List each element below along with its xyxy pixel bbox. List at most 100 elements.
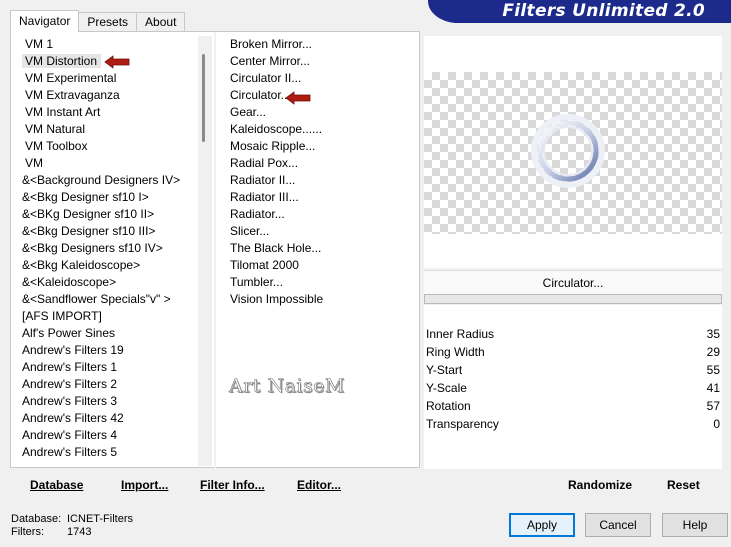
- filter-item[interactable]: Radiator III...: [230, 189, 410, 206]
- parameter-label: Transparency: [426, 417, 499, 431]
- filter-item[interactable]: Center Mirror...: [230, 53, 410, 70]
- category-list[interactable]: VM 1 VM Distortion VM Experimental VM Extra…: [12, 36, 198, 466]
- parameter-row[interactable]: Ring Width 29: [424, 343, 722, 361]
- filter-item[interactable]: Radiator...: [230, 206, 410, 223]
- category-label: &<Bkg Kaleidoscope>: [22, 258, 141, 272]
- cancel-button[interactable]: Cancel: [585, 513, 651, 537]
- tab-about[interactable]: About: [136, 12, 186, 32]
- app-title: Filters Unlimited 2.0: [502, 1, 705, 21]
- filter-item[interactable]: Broken Mirror...: [230, 36, 410, 53]
- editor-label: Editor...: [297, 478, 342, 492]
- category-item[interactable]: Andrew's Filters 3: [12, 393, 198, 410]
- filter-item[interactable]: Tumbler...: [230, 274, 410, 291]
- database-label: Database: [30, 478, 84, 492]
- filter-item[interactable]: Gear...: [230, 104, 410, 121]
- category-label: Andrew's Filters 2: [22, 377, 117, 391]
- filter-item[interactable]: Tilomat 2000: [230, 257, 410, 274]
- category-label: &<Bkg Designer sf10 I>: [22, 190, 149, 204]
- progress-bar: [424, 294, 722, 304]
- category-item[interactable]: VM Experimental: [12, 70, 198, 87]
- category-label: Andrew's Filters 4: [22, 428, 117, 442]
- randomize-button[interactable]: Randomize: [568, 477, 632, 493]
- parameter-list: Inner Radius 35 Ring Width 29 Y-Start 55 Y-Sca…: [424, 325, 722, 433]
- parameter-value[interactable]: 41: [707, 379, 720, 397]
- parameter-row[interactable]: Transparency 0: [424, 415, 722, 433]
- category-item[interactable]: Andrew's Filters 2: [12, 376, 198, 393]
- category-scrollbar[interactable]: [198, 36, 212, 466]
- filter-item[interactable]: Radiator II...: [230, 172, 410, 189]
- category-item[interactable]: &<Sandflower Specials"v" >: [12, 291, 198, 308]
- import-button[interactable]: Import...: [121, 477, 168, 493]
- parameter-value[interactable]: 55: [707, 361, 720, 379]
- category-item[interactable]: &<Background Designers IV>: [12, 172, 198, 189]
- category-item[interactable]: Andrew's Filters 5: [12, 444, 198, 461]
- reset-button[interactable]: Reset: [667, 477, 700, 493]
- parameter-row[interactable]: Inner Radius 35: [424, 325, 722, 343]
- parameter-label: Y-Scale: [426, 381, 467, 395]
- apply-button[interactable]: Apply: [509, 513, 575, 537]
- category-label: VM Toolbox: [25, 139, 88, 153]
- parameter-row[interactable]: Y-Start 55: [424, 361, 722, 379]
- category-label: &<BKg Designer sf10 II>: [22, 207, 155, 221]
- category-label: VM Instant Art: [25, 105, 101, 119]
- parameter-row[interactable]: Y-Scale 41: [424, 379, 722, 397]
- filter-list[interactable]: Broken Mirror... Center Mirror... Circulat…: [230, 36, 410, 466]
- category-item[interactable]: VM Instant Art: [12, 104, 198, 121]
- filter-item[interactable]: Mosaic Ripple...: [230, 138, 410, 155]
- filter-item[interactable]: The Black Hole...: [230, 240, 410, 257]
- category-item[interactable]: &<BKg Designer sf10 II>: [12, 206, 198, 223]
- filter-info-button[interactable]: Filter Info...: [200, 477, 265, 493]
- parameter-value[interactable]: 35: [707, 325, 720, 343]
- category-item[interactable]: Andrew's Filters 4: [12, 427, 198, 444]
- category-item[interactable]: Alf's Power Sines: [12, 325, 198, 342]
- filter-item[interactable]: Circulator II...: [230, 70, 410, 87]
- preview-canvas[interactable]: [424, 72, 722, 234]
- filter-info-label: Filter Info...: [200, 478, 265, 492]
- parameter-value[interactable]: 57: [707, 397, 720, 415]
- category-item[interactable]: Andrew's Filters 1: [12, 359, 198, 376]
- category-item[interactable]: &<Bkg Designers sf10 IV>: [12, 240, 198, 257]
- category-item[interactable]: &<Bkg Designer sf10 III>: [12, 223, 198, 240]
- editor-button[interactable]: Editor...: [297, 477, 341, 493]
- circulator-ring-preview: [531, 114, 605, 188]
- tab-navigator[interactable]: Navigator: [10, 10, 80, 32]
- database-button[interactable]: Database: [30, 477, 83, 493]
- category-label: VM Natural: [25, 122, 86, 136]
- category-item[interactable]: VM Natural: [12, 121, 198, 138]
- category-item[interactable]: VM 1: [12, 36, 198, 53]
- category-item[interactable]: [AFS IMPORT]: [12, 308, 198, 325]
- tab-presets[interactable]: Presets: [78, 12, 138, 32]
- category-label: Andrew's Filters 3: [22, 394, 117, 408]
- filters-status-label: Filters:: [11, 526, 44, 538]
- category-label: &<Bkg Designers sf10 IV>: [22, 241, 163, 255]
- database-status-value: ICNET-Filters: [67, 513, 133, 525]
- category-item[interactable]: VM: [12, 155, 198, 172]
- status-area: Database: ICNET-Filters Filters: 1743: [11, 513, 133, 539]
- preview-margin: [424, 234, 722, 268]
- filter-item[interactable]: Circulator...: [230, 87, 410, 104]
- parameter-value[interactable]: 29: [707, 343, 720, 361]
- category-label: [AFS IMPORT]: [22, 309, 102, 323]
- category-item[interactable]: VM Extravaganza: [12, 87, 198, 104]
- filters-status-value: 1743: [67, 526, 92, 538]
- parameter-value[interactable]: 0: [713, 415, 720, 433]
- category-label: Andrew's Filters 19: [22, 343, 124, 357]
- category-item[interactable]: Andrew's Filters 19: [12, 342, 198, 359]
- import-label: Import...: [121, 478, 169, 492]
- filter-item[interactable]: Kaleidoscope......: [230, 121, 410, 138]
- category-label: VM: [25, 156, 43, 170]
- database-status-label: Database:: [11, 513, 62, 525]
- filter-item[interactable]: Vision Impossible: [230, 291, 410, 308]
- parameter-row[interactable]: Rotation 57: [424, 397, 722, 415]
- category-item[interactable]: Andrew's Filters 42: [12, 410, 198, 427]
- filter-item[interactable]: Radial Pox...: [230, 155, 410, 172]
- scrollbar-thumb[interactable]: [202, 54, 205, 142]
- help-button[interactable]: Help: [662, 513, 728, 537]
- category-item[interactable]: &<Bkg Designer sf10 I>: [12, 189, 198, 206]
- category-label: Andrew's Filters 42: [22, 411, 124, 425]
- filter-item[interactable]: Slicer...: [230, 223, 410, 240]
- category-item[interactable]: &<Kaleidoscope>: [12, 274, 198, 291]
- pointer-arrow-icon: [285, 91, 311, 105]
- category-item[interactable]: VM Toolbox: [12, 138, 198, 155]
- category-item[interactable]: &<Bkg Kaleidoscope>: [12, 257, 198, 274]
